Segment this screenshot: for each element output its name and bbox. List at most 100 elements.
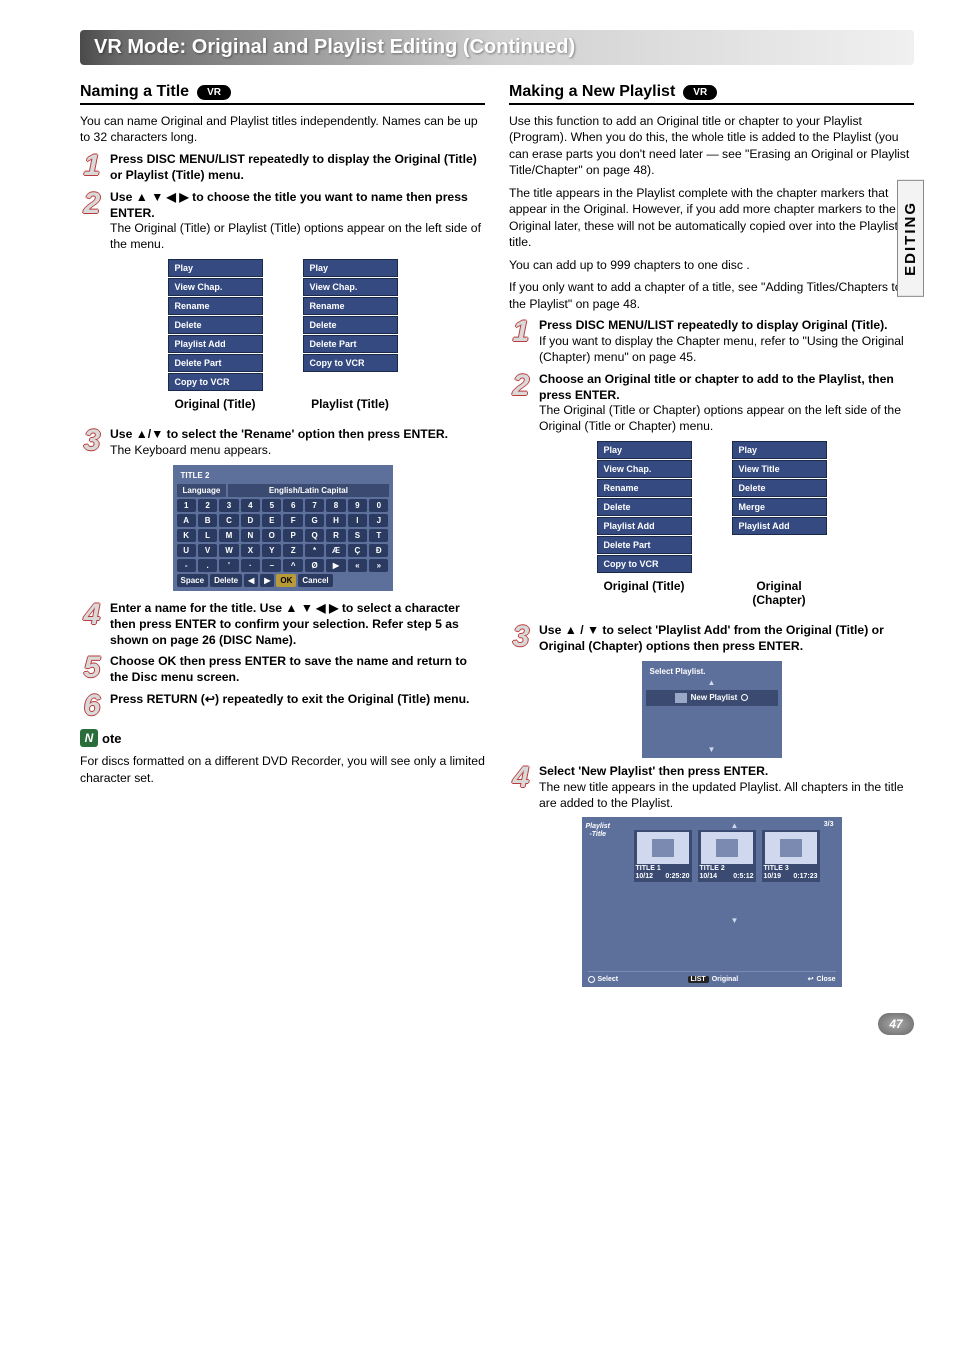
kbd-key[interactable]: »: [369, 559, 388, 572]
menu-item[interactable]: Playlist Add: [732, 517, 827, 535]
bottom-select[interactable]: Select: [598, 976, 619, 983]
menu-item[interactable]: View Title: [732, 460, 827, 478]
kbd-key[interactable]: Q: [305, 529, 324, 542]
kbd-key[interactable]: U: [177, 544, 196, 557]
menu-item[interactable]: Copy to VCR: [597, 555, 692, 573]
menu-item[interactable]: Delete: [597, 498, 692, 516]
menu-item[interactable]: Delete: [303, 316, 398, 334]
menu-item[interactable]: Rename: [168, 297, 263, 315]
kbd-key[interactable]: K: [177, 529, 196, 542]
kbd-key[interactable]: 1: [177, 499, 196, 512]
playlist-thumb[interactable]: TITLE 3 10/190:17:23: [762, 830, 820, 882]
menu-item[interactable]: Playlist Add: [168, 335, 263, 353]
kbd-key[interactable]: 7: [305, 499, 324, 512]
kbd-key[interactable]: T: [369, 529, 388, 542]
kbd-key[interactable]: 8: [326, 499, 345, 512]
kbd-key[interactable]: V: [198, 544, 217, 557]
kbd-key[interactable]: G: [305, 514, 324, 527]
kbd-key[interactable]: 3: [219, 499, 238, 512]
menu-item[interactable]: Delete Part: [597, 536, 692, 554]
kbd-key[interactable]: L: [198, 529, 217, 542]
kbd-key[interactable]: S: [348, 529, 367, 542]
kbd-space[interactable]: Space: [177, 574, 209, 587]
bottom-close[interactable]: Close: [816, 976, 835, 983]
kbd-key[interactable]: –: [262, 559, 281, 572]
kbd-key[interactable]: ·: [241, 559, 260, 572]
playlist-side-label: Playlist -Title: [586, 823, 611, 838]
thumb-name: TITLE 1: [636, 865, 661, 872]
kbd-key[interactable]: 0: [369, 499, 388, 512]
kbd-key[interactable]: 2: [198, 499, 217, 512]
kbd-key[interactable]: Đ: [369, 544, 388, 557]
kbd-left[interactable]: ◀: [244, 574, 258, 587]
page-banner: VR Mode: Original and Playlist Editing (…: [80, 30, 914, 65]
menu-item[interactable]: Delete Part: [303, 335, 398, 353]
kbd-key[interactable]: 5: [262, 499, 281, 512]
kbd-right[interactable]: ▶: [260, 574, 274, 587]
kbd-key[interactable]: 6: [283, 499, 302, 512]
kbd-key[interactable]: 9: [348, 499, 367, 512]
kbd-key[interactable]: I: [348, 514, 367, 527]
kbd-key[interactable]: Æ: [326, 544, 345, 557]
kbd-key[interactable]: *: [305, 544, 324, 557]
kbd-key[interactable]: Y: [262, 544, 281, 557]
kbd-key[interactable]: 4: [241, 499, 260, 512]
kbd-mode[interactable]: English/Latin Capital: [228, 484, 388, 497]
kbd-key[interactable]: H: [326, 514, 345, 527]
kbd-key[interactable]: ': [219, 559, 238, 572]
kbd-key[interactable]: B: [198, 514, 217, 527]
kbd-key[interactable]: X: [241, 544, 260, 557]
kbd-key[interactable]: M: [219, 529, 238, 542]
menu-item[interactable]: Play: [732, 441, 827, 459]
left-step-2: 2 Use ▲ ▼ ◀ ▶ to choose the title you wa…: [80, 190, 485, 253]
menu-item[interactable]: Delete Part: [168, 354, 263, 372]
menu-item[interactable]: Delete: [732, 479, 827, 497]
kbd-key[interactable]: N: [241, 529, 260, 542]
kbd-key[interactable]: F: [283, 514, 302, 527]
menu-item[interactable]: Rename: [597, 479, 692, 497]
kbd-key[interactable]: .: [198, 559, 217, 572]
playlist-thumb[interactable]: TITLE 2 10/140:5:12: [698, 830, 756, 882]
kbd-cancel[interactable]: Cancel: [298, 574, 332, 587]
kbd-language-label[interactable]: Language: [177, 484, 227, 497]
menu-item[interactable]: Playlist Add: [597, 517, 692, 535]
caption-original: Original (Title): [597, 579, 692, 607]
thumb-dur: 0:25:20: [665, 873, 689, 880]
left-step-4: 4 Enter a name for the title. Use ▲ ▼ ◀ …: [80, 601, 485, 649]
kbd-ok[interactable]: OK: [276, 574, 296, 587]
kbd-key[interactable]: Ç: [348, 544, 367, 557]
menu-item[interactable]: Play: [303, 259, 398, 277]
list-button-icon[interactable]: LIST: [688, 976, 709, 983]
bottom-original[interactable]: Original: [712, 976, 738, 983]
menu-item[interactable]: View Chap.: [168, 278, 263, 296]
select-playlist-row[interactable]: New Playlist: [646, 690, 778, 706]
menu-item[interactable]: Delete: [168, 316, 263, 334]
kbd-key[interactable]: C: [219, 514, 238, 527]
kbd-key[interactable]: ^: [283, 559, 302, 572]
kbd-key[interactable]: «: [348, 559, 367, 572]
kbd-key[interactable]: A: [177, 514, 196, 527]
kbd-key[interactable]: D: [241, 514, 260, 527]
playlist-thumb[interactable]: TITLE 1 10/120:25:20: [634, 830, 692, 882]
menu-item[interactable]: Play: [597, 441, 692, 459]
kbd-key[interactable]: P: [283, 529, 302, 542]
step-body: If you want to display the Chapter menu,…: [539, 334, 904, 364]
kbd-key[interactable]: W: [219, 544, 238, 557]
menu-item[interactable]: Merge: [732, 498, 827, 516]
kbd-key[interactable]: Z: [283, 544, 302, 557]
note-body: For discs formatted on a different DVD R…: [80, 753, 485, 786]
menu-item[interactable]: View Chap.: [597, 460, 692, 478]
menu-item[interactable]: Play: [168, 259, 263, 277]
kbd-key[interactable]: E: [262, 514, 281, 527]
kbd-key[interactable]: ▶: [326, 559, 345, 572]
kbd-key[interactable]: -: [177, 559, 196, 572]
menu-item[interactable]: Rename: [303, 297, 398, 315]
kbd-key[interactable]: Ø: [305, 559, 324, 572]
menu-item[interactable]: View Chap.: [303, 278, 398, 296]
kbd-delete[interactable]: Delete: [210, 574, 242, 587]
menu-item[interactable]: Copy to VCR: [303, 354, 398, 372]
menu-item[interactable]: Copy to VCR: [168, 373, 263, 391]
kbd-key[interactable]: R: [326, 529, 345, 542]
kbd-key[interactable]: J: [369, 514, 388, 527]
kbd-key[interactable]: O: [262, 529, 281, 542]
